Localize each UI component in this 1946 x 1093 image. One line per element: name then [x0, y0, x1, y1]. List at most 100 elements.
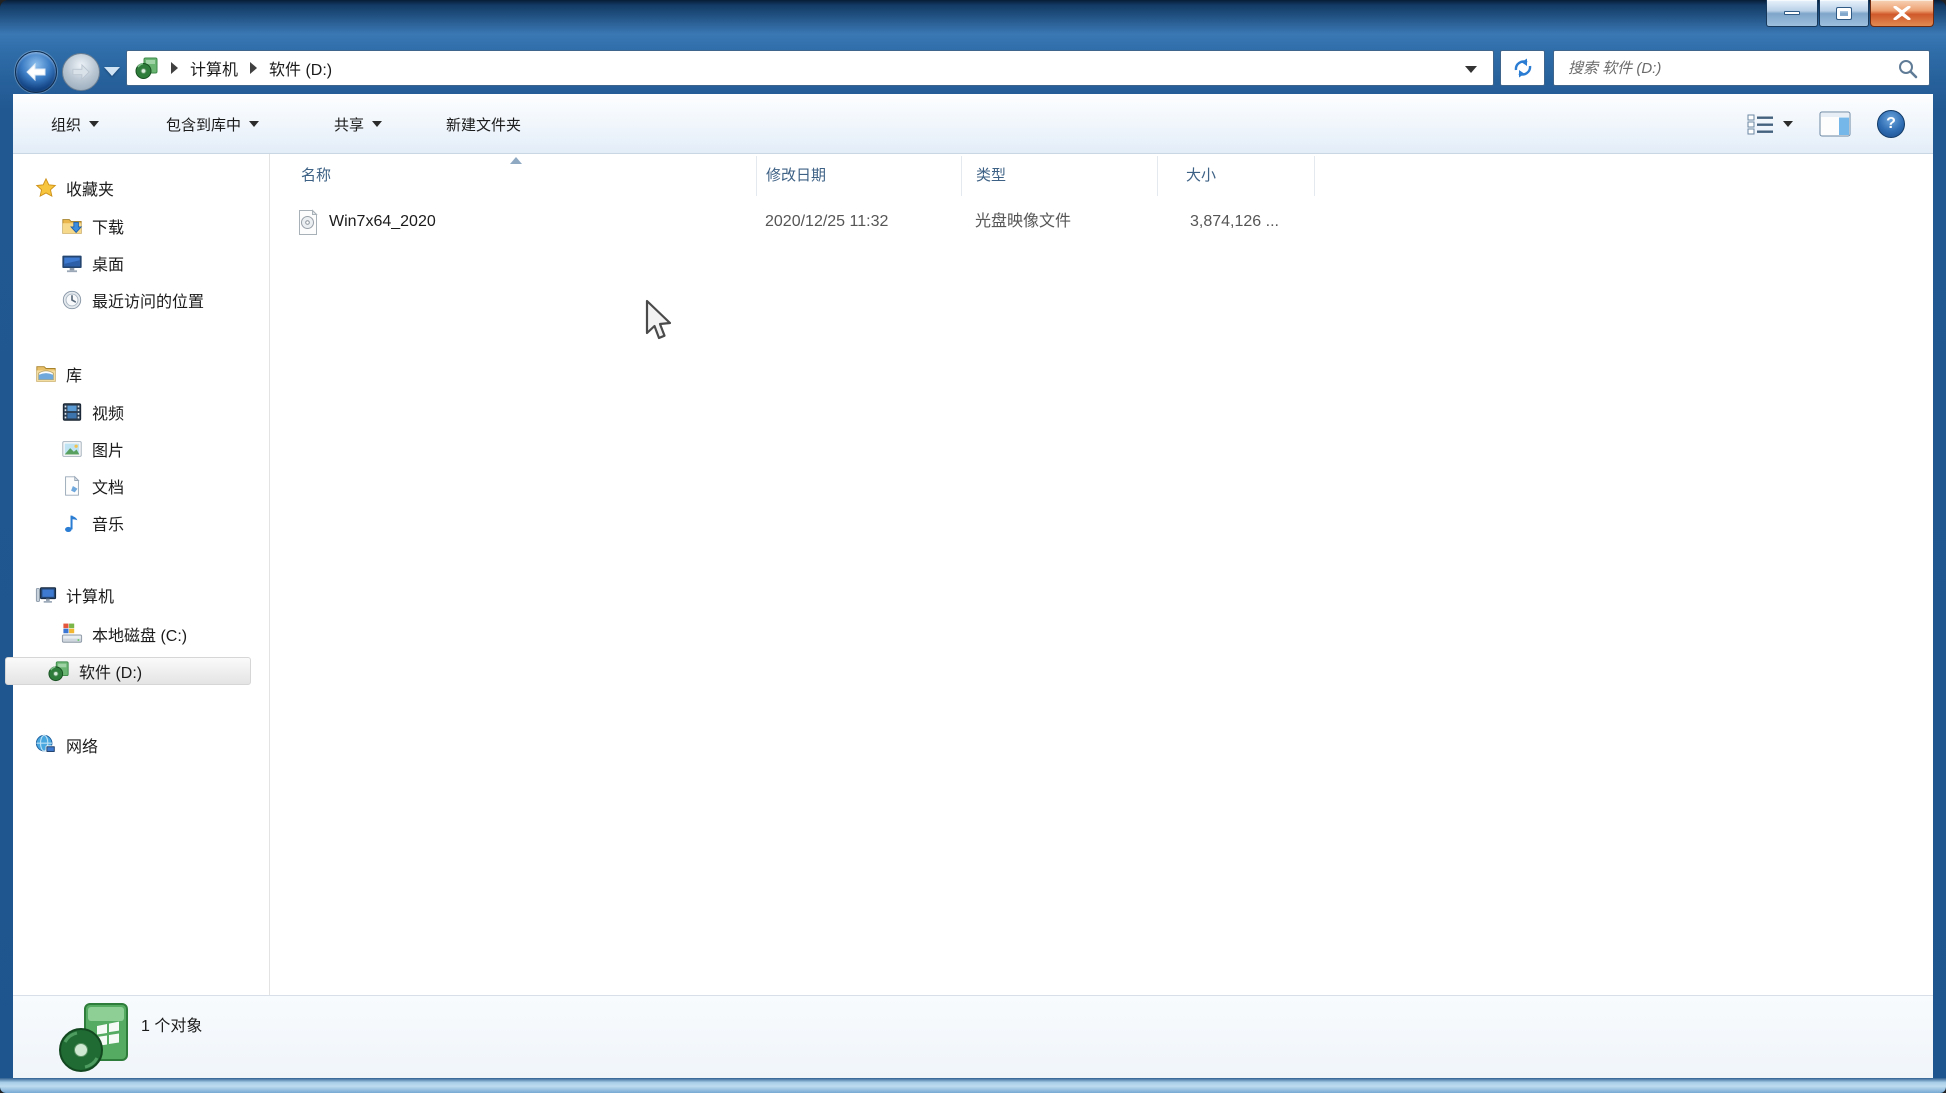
computer-icon — [35, 584, 57, 606]
sidebar-label: 库 — [66, 368, 83, 385]
breadcrumb-item-drive-d[interactable]: 软件 (D:) — [269, 56, 332, 80]
address-bar[interactable]: 计算机 软件 (D:) — [126, 50, 1494, 86]
sort-ascending-icon — [510, 157, 522, 164]
sidebar-item-recent-places[interactable]: 最近访问的位置 — [13, 286, 269, 314]
sidebar-item-drive-d[interactable]: 软件 (D:) — [5, 657, 251, 685]
network-icon — [35, 734, 57, 756]
sidebar-section-network[interactable]: 网络 — [13, 731, 269, 759]
command-toolbar: 组织 包含到库中 共享 新建文件夹 ? — [13, 94, 1933, 154]
sidebar-item-downloads[interactable]: 下载 — [13, 212, 269, 240]
navigation-pane — [13, 154, 269, 995]
close-button[interactable] — [1870, 0, 1934, 27]
sidebar-label: 图片 — [92, 443, 125, 460]
recent-places-icon — [61, 289, 83, 311]
search-box — [1553, 50, 1930, 86]
breadcrumb-arrow-icon — [250, 62, 258, 74]
search-input[interactable] — [1554, 51, 1929, 85]
chevron-down-icon — [1783, 121, 1793, 127]
drive-d-icon — [48, 660, 70, 682]
documents-icon — [61, 475, 83, 497]
sidebar-section-libraries[interactable]: 库 — [13, 360, 269, 388]
file-size: 3,874,126 ... — [1190, 213, 1279, 230]
sidebar-item-pictures[interactable]: 图片 — [13, 435, 269, 463]
sidebar-label: 计算机 — [66, 589, 115, 606]
close-icon — [1893, 6, 1911, 20]
file-name[interactable]: Win7x64_2020 — [329, 204, 436, 240]
include-in-library-label: 包含到库中 — [166, 116, 242, 134]
desktop-icon — [61, 252, 83, 274]
minimize-button[interactable] — [1766, 0, 1818, 27]
sidebar-label: 最近访问的位置 — [92, 294, 205, 311]
forward-button[interactable] — [62, 53, 100, 91]
back-button[interactable] — [15, 51, 57, 93]
include-in-library-button[interactable]: 包含到库中 — [166, 94, 260, 154]
pictures-icon — [61, 438, 83, 460]
videos-icon — [61, 401, 83, 423]
sidebar-label: 音乐 — [92, 517, 125, 534]
sidebar-item-documents[interactable]: 文档 — [13, 472, 269, 500]
breadcrumb-item-computer[interactable]: 计算机 — [190, 56, 238, 80]
sidebar-item-music[interactable]: 音乐 — [13, 509, 269, 537]
chevron-down-icon — [372, 121, 383, 127]
sidebar-label: 收藏夹 — [66, 182, 115, 199]
column-header-size[interactable]: 大小 — [1186, 154, 1216, 198]
disc-image-file-icon — [299, 209, 318, 235]
libraries-icon — [35, 363, 57, 385]
organize-label: 组织 — [51, 116, 82, 134]
item-count: 1 个对象 — [141, 1018, 203, 1035]
sidebar-label: 视频 — [92, 406, 125, 423]
share-label: 共享 — [334, 116, 365, 134]
maximize-button[interactable] — [1819, 0, 1869, 27]
sidebar-item-desktop[interactable]: 桌面 — [13, 249, 269, 277]
explorer-window: 计算机 软件 (D:) 组织 包含到库中 共享 — [0, 0, 1946, 1093]
file-list-pane: 名称 修改日期 类型 大小 Win7x64_2020 2020/12/25 11… — [270, 154, 1933, 995]
column-header-type[interactable]: 类型 — [976, 154, 1006, 198]
window-bottom-frame — [0, 1078, 1946, 1093]
minimize-icon — [1784, 11, 1800, 15]
column-divider[interactable] — [961, 156, 962, 196]
sidebar-label: 网络 — [66, 739, 99, 756]
file-type: 光盘映像文件 — [975, 213, 1072, 230]
column-header-name[interactable]: 名称 — [301, 154, 331, 198]
music-icon — [61, 512, 83, 534]
drive-d-icon — [135, 57, 158, 79]
chevron-down-icon — [249, 121, 260, 127]
help-icon: ? — [1886, 115, 1896, 132]
chevron-down-icon — [89, 121, 100, 127]
refresh-button[interactable] — [1500, 50, 1545, 86]
search-icon[interactable] — [1897, 58, 1919, 80]
back-arrow-icon — [26, 62, 46, 82]
new-folder-label: 新建文件夹 — [446, 116, 522, 134]
file-row[interactable]: Win7x64_2020 2020/12/25 11:32 光盘映像文件 3,8… — [270, 204, 1933, 240]
share-button[interactable]: 共享 — [334, 94, 383, 154]
list-view-icon — [1747, 114, 1773, 135]
column-divider[interactable] — [1314, 156, 1315, 196]
sidebar-section-favorites[interactable]: 收藏夹 — [13, 174, 269, 202]
help-button[interactable]: ? — [1877, 110, 1905, 138]
new-folder-button[interactable]: 新建文件夹 — [446, 94, 521, 154]
column-divider[interactable] — [1157, 156, 1158, 196]
disc-image-type-icon — [59, 1003, 128, 1072]
file-date-modified: 2020/12/25 11:32 — [765, 213, 889, 230]
window-controls — [1766, 0, 1934, 27]
sidebar-label: 软件 (D:) — [79, 665, 143, 682]
organize-button[interactable]: 组织 — [51, 94, 100, 154]
change-view-button[interactable] — [1747, 113, 1793, 135]
sidebar-item-videos[interactable]: 视频 — [13, 398, 269, 426]
column-divider[interactable] — [756, 156, 757, 196]
sidebar-label: 本地磁盘 (C:) — [92, 628, 188, 645]
sidebar-label: 文档 — [92, 480, 125, 497]
preview-pane-button[interactable] — [1819, 111, 1851, 137]
address-dropdown-icon[interactable] — [1465, 66, 1477, 73]
sidebar-label: 桌面 — [92, 257, 125, 274]
sidebar-label: 下载 — [92, 220, 125, 237]
downloads-folder-icon — [61, 215, 83, 237]
column-header-date-modified[interactable]: 修改日期 — [766, 154, 826, 198]
sidebar-section-computer[interactable]: 计算机 — [13, 581, 269, 609]
breadcrumb-arrow-icon — [171, 62, 178, 74]
sidebar-item-local-disk-c[interactable]: 本地磁盘 (C:) — [13, 620, 269, 648]
recent-pages-dropdown[interactable] — [104, 67, 120, 76]
star-icon — [35, 177, 57, 199]
status-bar: 1 个对象 — [13, 995, 1933, 1078]
forward-arrow-icon — [72, 63, 90, 81]
